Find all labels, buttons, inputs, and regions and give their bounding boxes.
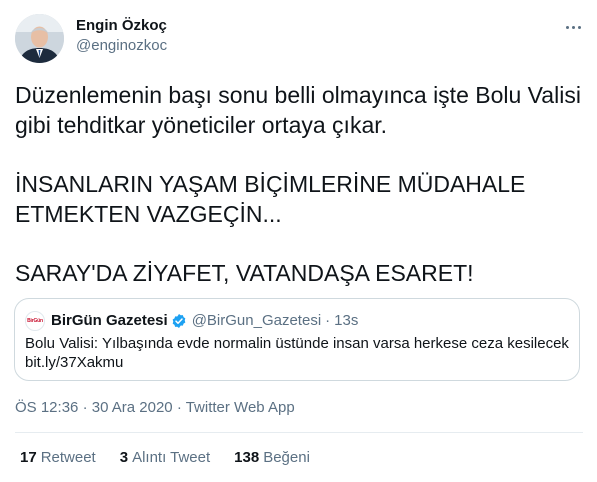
tweet-line: ETMEKTEN VAZGEÇİN... [15, 201, 282, 227]
tweet-text: Düzenlemenin başı sonu belli olmayınca i… [15, 80, 585, 288]
tweet-time[interactable]: ÖS 12:36 [15, 399, 78, 416]
author-avatar[interactable] [15, 14, 64, 63]
divider [15, 432, 583, 433]
quoted-time: 13s [334, 312, 359, 329]
author-handle[interactable]: @enginozkoc [76, 36, 167, 56]
verified-badge-icon [172, 314, 186, 328]
quotes-count: 3 [119, 449, 129, 466]
quoted-link[interactable]: bit.ly/37Xakmu [25, 353, 569, 372]
tweet-card: Engin Özkoç @enginozkoc Düzenlemenin baş… [0, 0, 597, 482]
quotes-label: Alıntı Tweet [132, 449, 211, 466]
quoted-text-line: Bolu Valisi: Yılbaşında evde normalin üs… [25, 335, 569, 352]
tweet-line: gibi tehditkar yöneticiler ortaya çıkar. [15, 112, 388, 138]
likes-count: 138 [234, 449, 260, 466]
more-horizontal-icon[interactable] [562, 20, 584, 34]
quoted-tweet[interactable]: BirGün BirGün Gazetesi @BirGun_Gazetesi … [14, 298, 580, 381]
quoted-avatar: BirGün [25, 311, 45, 331]
tweet-stats: 17 Retweet 3 Alıntı Tweet 138 Beğeni [20, 448, 310, 468]
retweets-stat[interactable]: 17 Retweet [20, 448, 96, 468]
quoted-text: Bolu Valisi: Yılbaşında evde normalin üs… [25, 334, 569, 372]
quoted-header: BirGün Gazetesi @BirGun_Gazetesi · 13s [51, 311, 358, 331]
tweet-line: İNSANLARIN YAŞAM BİÇİMLERİNE MÜDAHALE [15, 171, 526, 197]
meta-separator: · [82, 399, 88, 416]
tweet-date[interactable]: 30 Ara 2020 [92, 399, 173, 416]
tweet-source[interactable]: Twitter Web App [186, 399, 295, 416]
tweet-line: SARAY'DA ZİYAFET, VATANDAŞA ESARET! [15, 260, 474, 286]
author-name[interactable]: Engin Özkoç [76, 16, 167, 36]
retweets-label: Retweet [40, 449, 96, 466]
tweet-meta: ÖS 12:36 · 30 Ara 2020 · Twitter Web App [15, 398, 295, 418]
quoted-name: BirGün Gazetesi [51, 312, 168, 329]
tweet-line: Düzenlemenin başı sonu belli olmayınca i… [15, 82, 581, 108]
likes-label: Beğeni [263, 449, 310, 466]
meta-separator: · [176, 399, 182, 416]
retweets-count: 17 [20, 449, 37, 466]
author-block: Engin Özkoç @enginozkoc [76, 16, 167, 56]
likes-stat[interactable]: 138 Beğeni [234, 448, 310, 468]
quotes-stat[interactable]: 3 Alıntı Tweet [120, 448, 210, 468]
quoted-separator: · [325, 312, 331, 329]
quoted-handle: @BirGun_Gazetesi [191, 312, 322, 329]
